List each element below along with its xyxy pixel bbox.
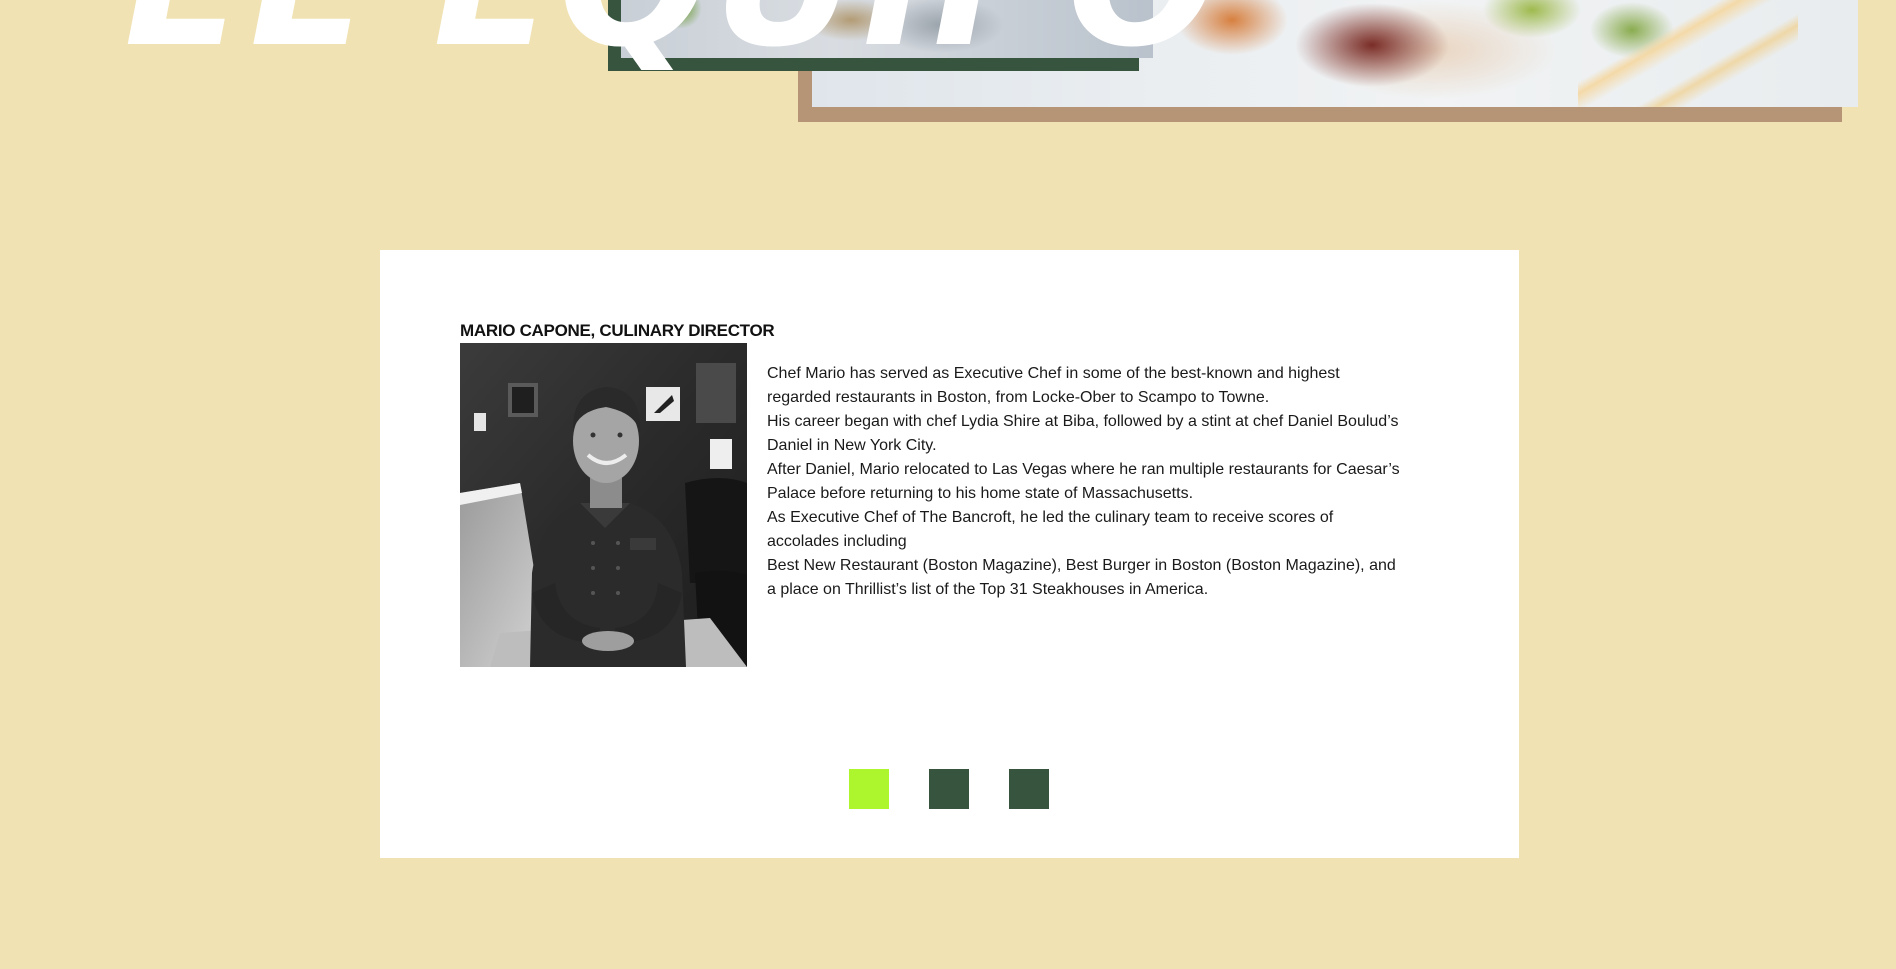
member-bio: Chef Mario has served as Executive Chef …	[767, 362, 1407, 602]
chef-portrait-image	[460, 343, 747, 667]
bio-paragraph: Best New Restaurant (Boston Magazine), B…	[767, 557, 1396, 598]
hero-title: EL EQUIPO	[124, 0, 1222, 72]
bio-paragraph: As Executive Chef of The Bancroft, he le…	[767, 509, 1334, 550]
team-card: MARIO CAPONE, CULINARY DIRECTOR Chef Mar…	[380, 250, 1519, 858]
bio-paragraph: His career began with chef Lydia Shire a…	[767, 413, 1399, 454]
carousel-dot-2[interactable]	[929, 769, 969, 809]
carousel-dot-1[interactable]	[849, 769, 889, 809]
bio-paragraph: After Daniel, Mario relocated to Las Veg…	[767, 461, 1400, 502]
member-photo	[460, 343, 747, 667]
member-name: MARIO CAPONE, CULINARY DIRECTOR	[460, 321, 775, 340]
carousel-pagination	[849, 769, 1049, 809]
bio-paragraph: Chef Mario has served as Executive Chef …	[767, 365, 1340, 406]
carousel-dot-3[interactable]	[1009, 769, 1049, 809]
